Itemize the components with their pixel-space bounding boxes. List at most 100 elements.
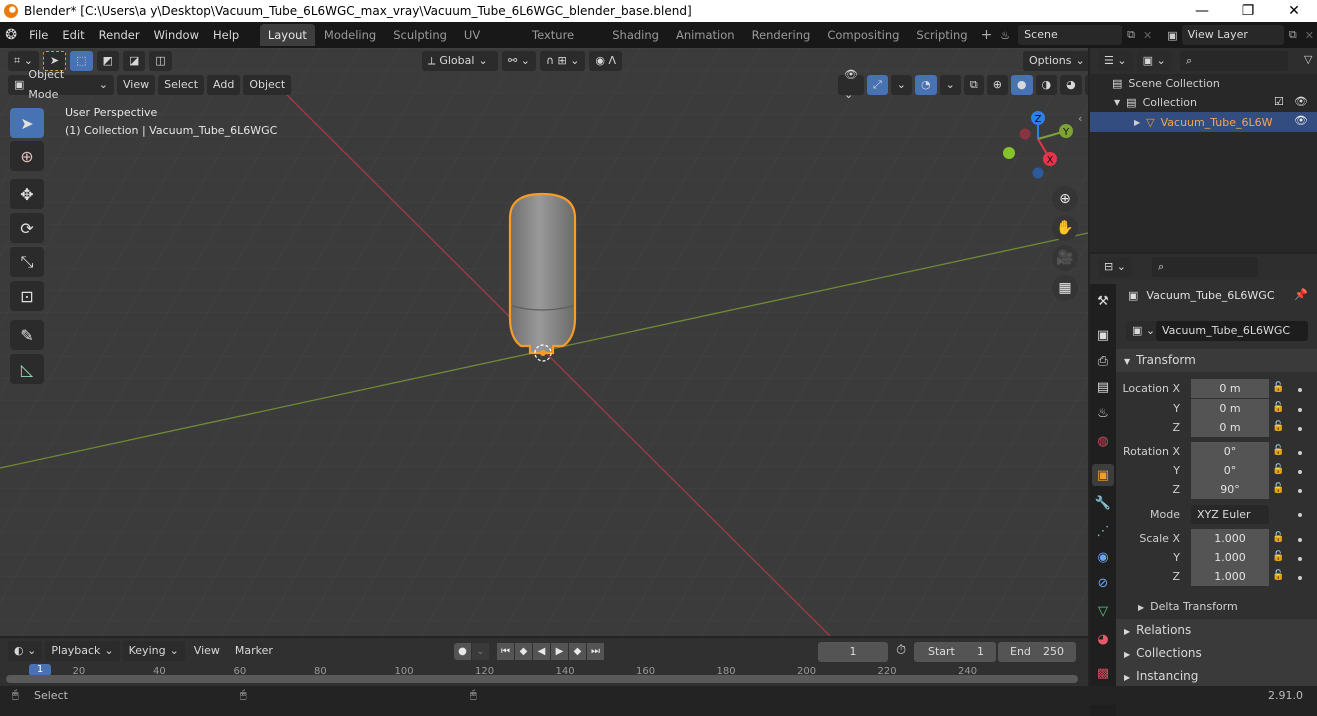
outliner-item-vacuum-tube[interactable]: ▶ ▽ Vacuum_Tube_6L6W [1090,112,1317,132]
collection-visibility-icon[interactable]: 👁 [1294,95,1308,108]
current-frame-field[interactable]: 1 [818,642,888,662]
location-z-field[interactable]: 0 m [1191,418,1269,437]
tab-modeling[interactable]: Modeling [316,24,384,46]
tool-tab-icon[interactable]: ⚒ [1092,290,1114,312]
keyframe-dot[interactable] [1298,576,1302,580]
view-layer-icon[interactable]: ▣ [1155,29,1181,42]
scene-icon[interactable]: ♨ [996,29,1014,42]
tab-sculpting[interactable]: Sculpting [385,24,455,46]
menu-file[interactable]: File [22,22,55,48]
navigation-gizmo[interactable]: Z Y X [995,106,1085,186]
tool-scale[interactable]: ⤡ [10,247,44,277]
shading-material-icon[interactable]: ◑ [1035,75,1058,95]
outliner-item-scene-collection[interactable]: ▤ Scene Collection [1112,77,1220,90]
gizmo-dropdown[interactable]: ⌄ [890,75,912,95]
viewport-menu-view[interactable]: View [117,75,156,95]
pan-view-icon[interactable]: ✋ [1052,215,1078,241]
3d-viewport[interactable]: ⌗ ⌄ ➤ ⬚ ◩ ◪ ◫ ⟂ Global ⌄ ⚯ ⌄ ∩ ⊞ ⌄ ◉ Λ O… [0,48,1088,636]
pin-icon[interactable]: 📌 [1294,288,1308,301]
visibility-dropdown[interactable]: 👁 ⌄ [838,68,864,101]
overlay-toggle-icon[interactable]: ◔ [915,75,937,95]
instancing-panel-header[interactable]: ▶ Instancing [1116,665,1317,688]
lock-scale-z-icon[interactable]: 🔓 [1272,570,1284,581]
shading-solid-icon[interactable]: ● [1010,75,1033,95]
render-tab-icon[interactable]: ▣ [1092,324,1114,346]
jump-start-icon[interactable]: ⏮ [497,643,514,660]
menu-render[interactable]: Render [92,22,147,48]
expand-arrow-icon[interactable]: ▼ [1114,98,1120,107]
keyframe-dot[interactable] [1298,470,1302,474]
tab-scripting[interactable]: Scripting [908,24,975,46]
expand-arrow-icon[interactable]: ▶ [1134,118,1140,127]
jump-end-icon[interactable]: ⏭ [587,643,604,660]
location-y-field[interactable]: 0 m [1191,399,1269,418]
material-tab-icon[interactable]: ◕ [1092,628,1114,650]
timeline-menu-view[interactable]: View [188,641,226,661]
blender-menu-icon[interactable]: ❂ [0,27,22,43]
timeline-scrollbar[interactable] [6,675,1078,683]
menu-edit[interactable]: Edit [55,22,91,48]
tab-layout[interactable]: Layout [259,24,315,46]
snap-toggle-icon[interactable]: ∩ ⊞ ⌄ [539,51,586,71]
shading-wireframe-icon[interactable]: ⊕ [986,75,1008,95]
lock-location-y-icon[interactable]: 🔓 [1272,402,1284,413]
transform-panel-header[interactable]: ▼ Transform [1116,349,1317,372]
tool-transform[interactable]: ⊡ [10,281,44,311]
keyframe-dot[interactable] [1298,388,1302,392]
keyframe-dot[interactable] [1298,513,1302,517]
viewport-menu-add[interactable]: Add [207,75,241,95]
delete-view-layer-icon[interactable]: ✕ [1302,29,1317,42]
menu-help[interactable]: Help [206,22,246,48]
timeline-menu-marker[interactable]: Marker [229,641,279,661]
menu-window[interactable]: Window [147,22,206,48]
close-button[interactable]: ✕ [1271,0,1317,22]
keyframe-dot[interactable] [1298,408,1302,412]
lock-rotation-y-icon[interactable]: 🔓 [1272,464,1284,475]
xray-toggle-icon[interactable]: ⧉ [963,75,984,95]
jump-prev-keyframe-icon[interactable]: ◆ [515,643,532,660]
tab-animation[interactable]: Animation [668,24,743,46]
zoom-view-icon[interactable]: ⊕ [1052,186,1078,212]
data-tab-icon[interactable]: ▽ [1092,600,1114,622]
sidebar-toggle-icon[interactable]: ‹ [1078,112,1082,125]
scene-selector[interactable]: Scene [1018,25,1123,45]
jump-next-keyframe-icon[interactable]: ◆ [569,643,586,660]
tab-uv-editing[interactable]: UV Editing [456,24,523,64]
lock-scale-x-icon[interactable]: 🔓 [1272,532,1284,543]
tool-measure[interactable]: ◺ [10,354,44,384]
rotation-mode-dropdown[interactable]: XYZ Euler ⌄ [1191,505,1269,540]
delta-transform-subpanel[interactable]: ▶ Delta Transform [1138,600,1238,613]
delete-scene-icon[interactable]: ✕ [1140,29,1155,42]
new-scene-icon[interactable]: ⧉ [1122,28,1140,42]
lock-location-z-icon[interactable]: 🔓 [1272,421,1284,432]
collections-panel-header[interactable]: ▶ Collections [1116,642,1317,665]
timeline-editor-type-icon[interactable]: ◐ ⌄ [8,641,43,661]
keying-dropdown[interactable]: ⌄ [472,643,489,660]
vacuum-tube-object[interactable] [495,188,595,373]
tab-rendering[interactable]: Rendering [744,24,819,46]
tab-texture-paint[interactable]: Texture Paint [524,24,603,64]
tool-cursor[interactable]: ⊕ [10,141,44,171]
texture-tab-icon[interactable]: ▩ [1092,662,1114,684]
tool-move[interactable]: ✥ [10,179,44,209]
add-workspace-icon[interactable]: + [977,27,997,43]
play-reverse-icon[interactable]: ◀ [533,643,550,660]
maximize-button[interactable]: ❐ [1225,0,1271,22]
proportional-editing-icon[interactable]: ◉ Λ [589,51,623,71]
timeline-menu-keying[interactable]: Keying ⌄ [122,641,185,661]
outliner-filter-view-icon[interactable]: ▣ ⌄ [1136,51,1172,71]
mode-dropdown[interactable]: ▣ Object Mode ⌄ [8,68,114,101]
tab-compositing[interactable]: Compositing [819,24,907,46]
gizmo-toggle-icon[interactable]: ⤢ [866,75,888,95]
rotation-y-field[interactable]: 0° [1191,461,1269,480]
rotation-x-field[interactable]: 0° [1191,442,1269,461]
keyframe-dot[interactable] [1298,451,1302,455]
view-layer-selector[interactable]: View Layer [1181,25,1284,45]
viewport-menu-select[interactable]: Select [158,75,205,95]
pivot-point-dropdown[interactable]: ⚯ ⌄ [502,51,536,71]
select-mode-invert-icon[interactable]: ◫ [149,51,172,71]
select-mode-subtract-icon[interactable]: ◪ [122,51,146,71]
overlay-dropdown[interactable]: ⌄ [939,75,961,95]
viewport-menu-object[interactable]: Object [243,75,292,95]
output-tab-icon[interactable]: ⎙ [1092,350,1114,372]
